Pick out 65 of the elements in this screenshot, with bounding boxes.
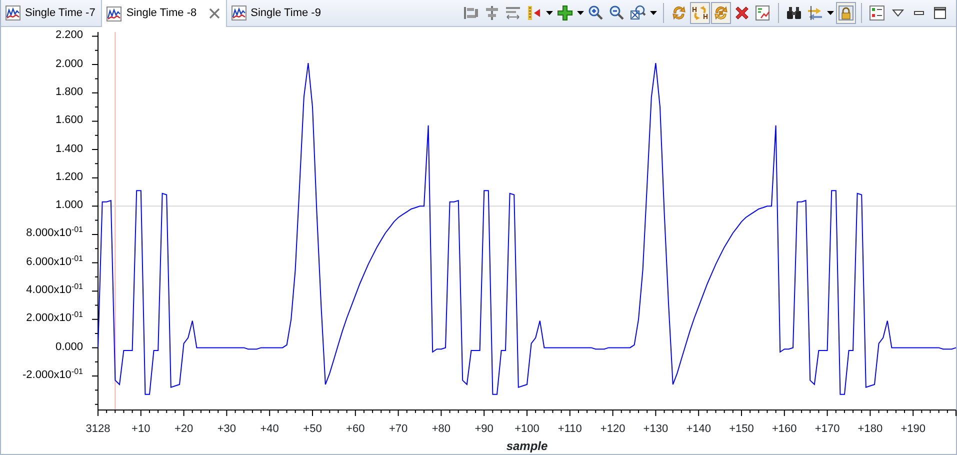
toolbar-button[interactable]: [690, 2, 710, 24]
binoculars-icon: [786, 5, 802, 21]
caret-icon: [546, 11, 553, 15]
list-icon: [869, 5, 885, 21]
axis-label: 2.000x10$^{-01}$: [26, 312, 83, 326]
maximize-icon: [932, 5, 948, 21]
tab[interactable]: Single Time -9: [226, 0, 327, 26]
chart-icon: [755, 5, 771, 21]
axis-label: +110: [558, 423, 582, 436]
axis-label: 2.000: [55, 58, 83, 71]
axis-label: 3128: [86, 423, 110, 436]
chart-icon: [230, 5, 247, 21]
axis-label: +170: [814, 423, 840, 436]
axis-label: +100: [514, 423, 540, 436]
axis-label: 4.000x10$^{-01}$: [26, 284, 83, 298]
align-left-icon: [463, 5, 479, 21]
zoom-fit-icon: [630, 5, 646, 21]
axis-label: 1.800: [55, 86, 83, 99]
axis-label: 6.000x10$^{-01}$: [26, 256, 83, 269]
axis-label: +60: [346, 423, 365, 436]
chart-icon: [106, 6, 122, 22]
axis-label: +20: [174, 423, 194, 436]
chart-icon: [5, 5, 21, 21]
caret-icon: [650, 11, 657, 15]
axis-label: +10: [132, 423, 150, 436]
swap-icon: [807, 5, 823, 21]
axis-label: +70: [388, 423, 408, 436]
axis-label: 1.400: [55, 142, 83, 156]
lock-icon: [838, 5, 854, 21]
caret-icon: [827, 11, 834, 15]
axis-label: +40: [260, 423, 279, 436]
axis-label: 1.200: [55, 170, 83, 184]
axis-title: sample: [506, 438, 548, 455]
axis-label: +90: [474, 423, 494, 436]
plus-icon: [557, 5, 573, 21]
axis-label: 1.000: [55, 199, 83, 212]
caret-icon: [577, 11, 584, 15]
zoom-in-icon: [588, 5, 604, 21]
sync-icon: [692, 5, 708, 21]
axis-label: +190: [900, 423, 926, 436]
axis-label: 0.000: [55, 340, 83, 354]
align-center-icon: [484, 5, 500, 21]
minimize-icon: [914, 11, 924, 15]
axis-label: 1.600: [55, 114, 83, 128]
sync-icon: [671, 5, 687, 21]
tab[interactable]: Single Time -8: [101, 0, 227, 27]
axis-label: +80: [432, 423, 451, 436]
axis-label: +120: [600, 423, 626, 436]
axis-label: +130: [643, 423, 668, 436]
axis-label: 8.000x10$^{-01}$: [26, 227, 83, 240]
axis-label: +160: [772, 423, 797, 436]
axis-label: +150: [729, 423, 754, 436]
tab[interactable]: Single Time -7: [1, 0, 102, 26]
ruler-icon: [526, 5, 542, 21]
close-icon[interactable]: [208, 8, 220, 19]
axis-label: 2.200: [55, 29, 83, 42]
axis-label: +140: [686, 423, 711, 436]
axis-label: +180: [858, 423, 883, 436]
axis-label: +50: [303, 423, 322, 436]
sync-icon: [713, 5, 729, 21]
axis-label: -2.000x10$^{-01}$: [22, 369, 83, 382]
zoom-out-icon: [609, 5, 625, 21]
align-icon: [505, 5, 521, 21]
delete-icon: [734, 5, 750, 21]
axis-label: +30: [217, 423, 236, 436]
